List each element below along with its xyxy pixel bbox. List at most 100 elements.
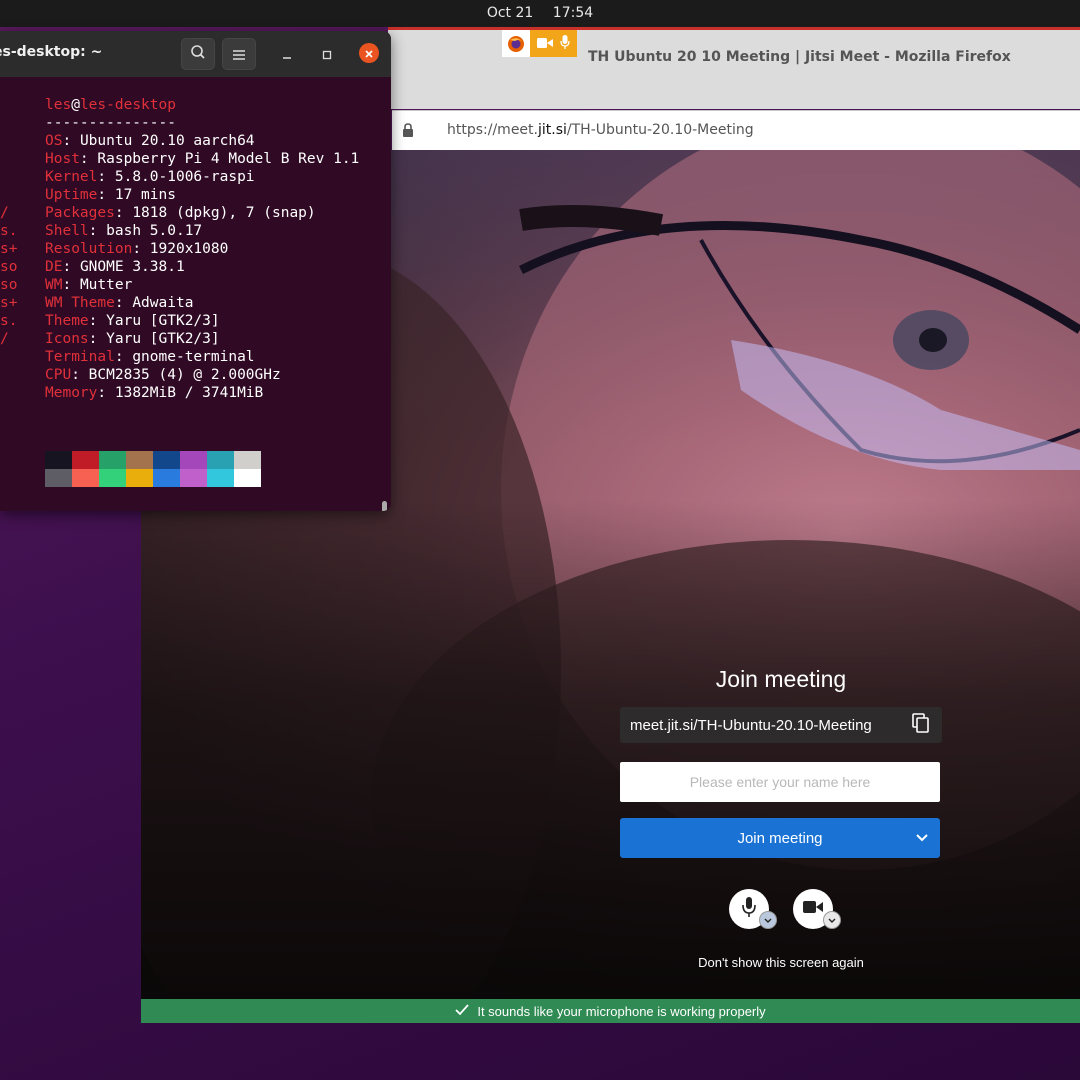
palette-swatch (45, 451, 72, 469)
info-key: DE (45, 259, 63, 275)
info-value: 1818 (dpkg), 7 (snap) (132, 205, 316, 221)
check-icon (455, 1003, 470, 1019)
info-line: Memory: 1382MiB / 3741MiB (45, 385, 264, 401)
info-line: CPU: BCM2835 (4) @ 2.000GHz (45, 367, 281, 383)
info-key: CPU (45, 367, 72, 383)
info-value: Yaru [GTK2/3] (106, 313, 220, 329)
info-line: WM: Mutter (45, 277, 133, 293)
firefox-icon (502, 30, 530, 57)
info-key: Memory (45, 385, 98, 401)
info-line: Packages: 1818 (dpkg), 7 (snap) (45, 205, 316, 221)
info-key: OS (45, 133, 63, 149)
meeting-url-box[interactable]: meet.jit.si/TH-Ubuntu-20.10-Meeting (620, 707, 942, 743)
info-key: Packages (45, 205, 115, 221)
info-key: Resolution (45, 241, 133, 257)
join-meeting-label: Join meeting (737, 829, 823, 847)
palette-swatch (180, 451, 207, 469)
palette-swatch (72, 451, 99, 469)
palette-swatch (153, 451, 180, 469)
palette-swatch (45, 469, 72, 487)
ascii-logo-fragment: s+ (0, 295, 18, 311)
info-key: Host (45, 151, 80, 167)
neofetch-user-line: les@les-desktop (45, 96, 176, 114)
info-line: Icons: Yaru [GTK2/3] (45, 331, 220, 347)
camera-icon (537, 34, 554, 53)
camera-icon (802, 899, 824, 919)
neofetch-at: @ (71, 97, 80, 113)
info-line: WM Theme: Adwaita (45, 295, 194, 311)
copy-icon[interactable] (912, 713, 930, 737)
info-key: Shell (45, 223, 89, 239)
url-text[interactable]: https://meet.jit.si/TH-Ubuntu-20.10-Meet… (447, 122, 754, 138)
info-value: Mutter (79, 277, 133, 293)
hamburger-icon (233, 45, 245, 64)
info-key: Icons (45, 331, 89, 347)
palette-swatch (99, 451, 126, 469)
mic-status-banner: It sounds like your microphone is workin… (141, 999, 1080, 1023)
sharing-indicator[interactable] (502, 30, 577, 57)
clock-time[interactable]: 17:54 (553, 0, 593, 27)
ascii-logo-fragment: s. (0, 313, 18, 329)
info-value: 1920x1080 (149, 241, 229, 257)
url-prefix: https://meet. (447, 122, 538, 138)
camera-options-button[interactable] (823, 911, 841, 929)
palette-swatch (207, 451, 234, 469)
chevron-down-icon (763, 911, 773, 930)
info-value: BCM2835 (4) @ 2.000GHz (88, 367, 281, 383)
recording-indicator (530, 30, 577, 57)
terminal-scrollbar[interactable] (382, 501, 387, 511)
palette-swatch (126, 469, 153, 487)
info-key: WM Theme (45, 295, 115, 311)
ascii-logo-fragment: / (0, 205, 9, 221)
neofetch-host: les-desktop (79, 97, 176, 113)
search-icon (190, 44, 206, 64)
info-key: Kernel (45, 169, 98, 185)
palette-swatch (234, 469, 261, 487)
terminal-title: es-desktop: ~ (0, 44, 103, 60)
maximize-button[interactable] (317, 44, 337, 64)
info-line: Shell: bash 5.0.17 (45, 223, 203, 239)
info-value: Raspberry Pi 4 Model B Rev 1.1 (97, 151, 360, 167)
top-bar: Oct 21 17:54 (0, 0, 1080, 27)
terminal-headerbar: es-desktop: ~ (0, 31, 391, 77)
close-button[interactable] (359, 43, 379, 63)
ascii-logo-fragment: s+ (0, 241, 18, 257)
terminal-menu-button[interactable] (222, 38, 256, 70)
terminal-search-button[interactable] (181, 38, 215, 70)
info-line: OS: Ubuntu 20.10 aarch64 (45, 133, 255, 149)
name-input[interactable] (620, 762, 940, 802)
info-key: WM (45, 277, 63, 293)
firefox-titlebar: TH Ubuntu 20 10 Meeting | Jitsi Meet - M… (388, 27, 1080, 109)
ascii-logo-fragment: so (0, 259, 18, 275)
info-line: Host: Raspberry Pi 4 Model B Rev 1.1 (45, 151, 360, 167)
dont-show-again-link[interactable]: Don't show this screen again (620, 955, 942, 970)
window-title: TH Ubuntu 20 10 Meeting | Jitsi Meet - M… (588, 49, 1011, 65)
ascii-logo-fragment: s. (0, 223, 18, 239)
prejoin-panel: Join meeting meet.jit.si/TH-Ubuntu-20.10… (620, 660, 942, 858)
info-line: Uptime: 17 mins (45, 187, 176, 203)
join-meeting-button[interactable]: Join meeting (620, 818, 940, 858)
ascii-logo-fragment: / (0, 331, 9, 347)
info-key: Uptime (45, 187, 98, 203)
clock-date[interactable]: Oct 21 (487, 5, 533, 21)
microphone-options-button[interactable] (759, 911, 777, 929)
terminal-output[interactable]: les@les-desktop --------------- OS: Ubun… (0, 77, 380, 511)
info-line: Resolution: 1920x1080 (45, 241, 229, 257)
neofetch-user: les (45, 97, 72, 113)
info-value: Yaru [GTK2/3] (106, 331, 220, 347)
info-line: Theme: Yaru [GTK2/3] (45, 313, 220, 329)
close-icon (364, 44, 374, 63)
minimize-icon (282, 45, 292, 64)
chevron-down-icon[interactable] (914, 829, 930, 849)
microphone-icon (742, 896, 756, 922)
minimize-button[interactable] (277, 44, 297, 64)
maximize-icon (322, 45, 332, 64)
mic-status-text: It sounds like your microphone is workin… (477, 1003, 766, 1019)
palette-swatch (72, 469, 99, 487)
lock-icon[interactable] (402, 123, 414, 141)
url-bar[interactable]: https://meet.jit.si/TH-Ubuntu-20.10-Meet… (392, 110, 1080, 150)
palette-swatch (207, 469, 234, 487)
info-line: Kernel: 5.8.0-1006-raspi (45, 169, 255, 185)
info-value: gnome-terminal (132, 349, 255, 365)
palette-swatch (126, 451, 153, 469)
